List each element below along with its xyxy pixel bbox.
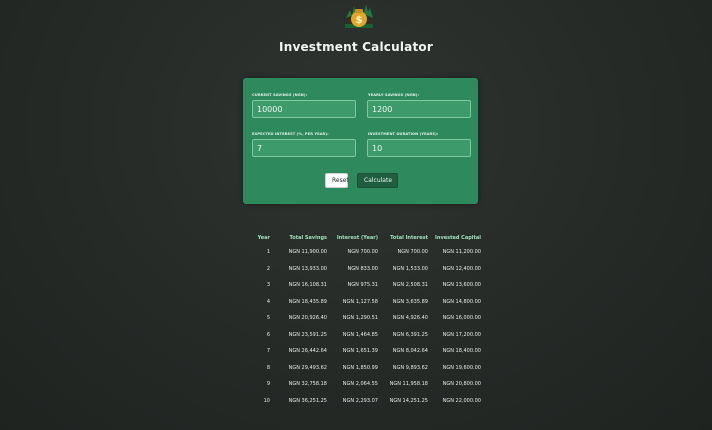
cell-invested-capital: NGN 16,000.00 [442, 315, 481, 322]
cell-total-savings: NGN 13,933.00 [288, 265, 327, 272]
yearly-savings-input[interactable] [367, 100, 471, 118]
table-row: 1 NGN 11,900.00 NGN 700.00 NGN 700.00 NG… [252, 244, 481, 261]
cell-interest-year: NGN 700.00 [347, 249, 378, 256]
cell-interest-year: NGN 2,293.07 [342, 397, 378, 404]
cell-year: 10 [263, 397, 270, 404]
cell-invested-capital: NGN 22,000.00 [442, 397, 481, 404]
cell-total-interest: NGN 9,893.62 [392, 364, 428, 371]
page-title: Investment Calculator [279, 40, 433, 54]
header-year: Year [257, 235, 270, 241]
table-row: 5 NGN 20,926.40 NGN 1,290.51 NGN 4,926.4… [252, 310, 481, 327]
cell-interest-year: NGN 1,127.58 [342, 298, 378, 305]
table-row: 8 NGN 29,493.62 NGN 1,850.99 NGN 9,893.6… [252, 360, 481, 377]
cell-total-interest: NGN 3,635.89 [392, 298, 428, 305]
cell-invested-capital: NGN 17,200.00 [442, 331, 481, 338]
table-row: 9 NGN 32,758.18 NGN 2,064.55 NGN 11,958.… [252, 376, 481, 393]
cell-invested-capital: NGN 20,800.00 [442, 381, 481, 388]
cell-invested-capital: NGN 13,600.00 [442, 282, 481, 289]
table-row: 10 NGN 36,251.25 NGN 2,293.07 NGN 14,251… [252, 393, 481, 410]
current-savings-label: Current Savings (NGN): [252, 93, 308, 97]
cell-total-savings: NGN 18,435.89 [288, 298, 327, 305]
cell-total-savings: NGN 36,251.25 [288, 397, 327, 404]
investment-duration-input[interactable] [367, 139, 471, 157]
cell-interest-year: NGN 1,464.85 [342, 331, 378, 338]
cell-invested-capital: NGN 14,800.00 [442, 298, 481, 305]
cell-invested-capital: NGN 18,400.00 [442, 348, 481, 355]
calculate-button[interactable]: Calculate [357, 173, 398, 188]
cell-year: 5 [266, 315, 270, 322]
cell-interest-year: NGN 1,290.51 [342, 315, 378, 322]
cell-year: 4 [266, 298, 270, 305]
results-table: Year Total Savings Interest (Year) Total… [252, 232, 481, 409]
table-header-row: Year Total Savings Interest (Year) Total… [252, 232, 481, 244]
yearly-savings-label: Yearly Savings (NGN): [368, 93, 420, 97]
cell-total-interest: NGN 8,042.64 [392, 348, 428, 355]
expected-interest-label: Expected Interest (%, per year): [252, 132, 329, 136]
cell-total-savings: NGN 29,493.62 [288, 364, 327, 371]
cell-total-savings: NGN 11,900.00 [288, 249, 327, 256]
svg-text:$: $ [356, 15, 363, 26]
cell-invested-capital: NGN 12,400.00 [442, 265, 481, 272]
cell-year: 8 [266, 364, 270, 371]
cell-invested-capital: NGN 11,200.00 [442, 249, 481, 256]
table-row: 4 NGN 18,435.89 NGN 1,127.58 NGN 3,635.8… [252, 294, 481, 311]
cell-total-savings: NGN 23,591.25 [288, 331, 327, 338]
reset-button[interactable]: Reset [325, 173, 349, 188]
calculator-form-card: Current Savings (NGN): Yearly Savings (N… [243, 78, 478, 204]
cell-total-savings: NGN 26,442.64 [288, 348, 327, 355]
investment-duration-label: Investment Duration (years): [368, 132, 439, 136]
cell-interest-year: NGN 2,064.55 [342, 381, 378, 388]
header-total-savings: Total Savings [289, 235, 327, 241]
cell-total-savings: NGN 16,108.31 [288, 282, 327, 289]
cell-year: 3 [266, 282, 270, 289]
table-row: 7 NGN 26,442.64 NGN 1,651.39 NGN 8,042.6… [252, 343, 481, 360]
cell-year: 6 [266, 331, 270, 338]
cell-year: 1 [266, 249, 270, 256]
cell-total-interest: NGN 14,251.25 [389, 397, 428, 404]
cell-interest-year: NGN 1,850.99 [342, 364, 378, 371]
cell-year: 7 [266, 348, 270, 355]
table-row: 3 NGN 16,108.31 NGN 975.31 NGN 2,508.31 … [252, 277, 481, 294]
cell-invested-capital: NGN 19,600.00 [442, 364, 481, 371]
cell-total-interest: NGN 4,926.40 [392, 315, 428, 322]
header-interest-year: Interest (Year) [336, 235, 378, 241]
cell-interest-year: NGN 975.31 [347, 282, 378, 289]
cell-total-savings: NGN 20,926.40 [288, 315, 327, 322]
table-row: 6 NGN 23,591.25 NGN 1,464.85 NGN 6,391.2… [252, 327, 481, 344]
table-row: 2 NGN 13,933.00 NGN 833.00 NGN 1,533.00 … [252, 261, 481, 278]
cell-total-interest: NGN 11,958.18 [389, 381, 428, 388]
cell-total-interest: NGN 700.00 [397, 249, 428, 256]
cell-total-interest: NGN 6,391.25 [392, 331, 428, 338]
cell-total-interest: NGN 2,508.31 [392, 282, 428, 289]
header-total-interest: Total Interest [390, 235, 428, 241]
header-invested-capital: Invested Capital [435, 235, 481, 241]
cell-year: 9 [266, 381, 270, 388]
cell-year: 2 [266, 265, 270, 272]
current-savings-input[interactable] [252, 100, 356, 118]
cell-interest-year: NGN 833.00 [347, 265, 378, 272]
cell-total-interest: NGN 1,533.00 [392, 265, 428, 272]
cell-interest-year: NGN 1,651.39 [342, 348, 378, 355]
expected-interest-input[interactable] [252, 139, 356, 157]
money-bag-growth-icon: $ [342, 0, 376, 32]
cell-total-savings: NGN 32,758.18 [288, 381, 327, 388]
